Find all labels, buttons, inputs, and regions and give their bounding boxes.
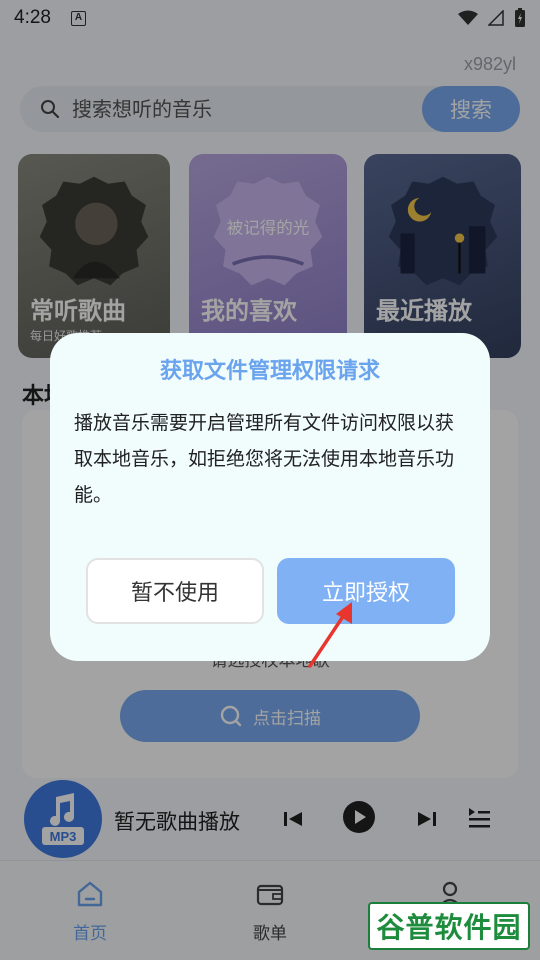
watermark-logo: 谷普软件园 xyxy=(368,902,530,950)
dialog-message: 播放音乐需要开启管理所有文件访问权限以获取本地音乐，如拒绝您将无法使用本地音乐功… xyxy=(74,412,455,506)
permission-dialog: 获取文件管理权限请求 播放音乐需要开启管理所有文件访问权限以获取本地音乐，如拒绝… xyxy=(50,333,490,661)
dialog-title: 获取文件管理权限请求 xyxy=(159,359,380,384)
cancel-button[interactable]: 暂不使用 xyxy=(86,558,264,624)
annotation-arrow-icon xyxy=(308,602,352,668)
